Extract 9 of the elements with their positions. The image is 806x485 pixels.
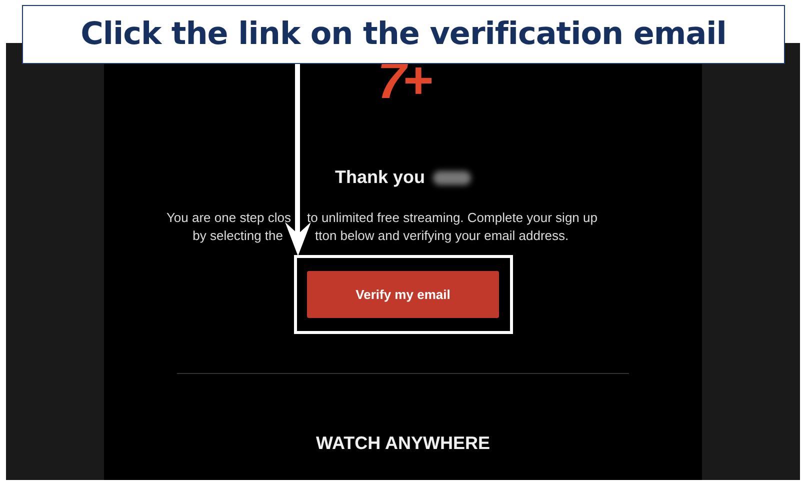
intro-text: to unlimited free streaming. Complete your sign up (307, 209, 598, 227)
intro-text: by selecting the (192, 227, 283, 245)
verify-email-button[interactable]: Verify my email (307, 271, 499, 318)
intro-text: You are one step clos (166, 209, 291, 227)
section-heading: WATCH ANYWHERE (316, 432, 490, 455)
redaction-blur (433, 170, 471, 184)
greeting-text: Thank you (334, 166, 425, 189)
intro-text: tton below and verifying your email address. (315, 227, 569, 245)
callout-title: Click the link on the verification email (80, 15, 726, 54)
